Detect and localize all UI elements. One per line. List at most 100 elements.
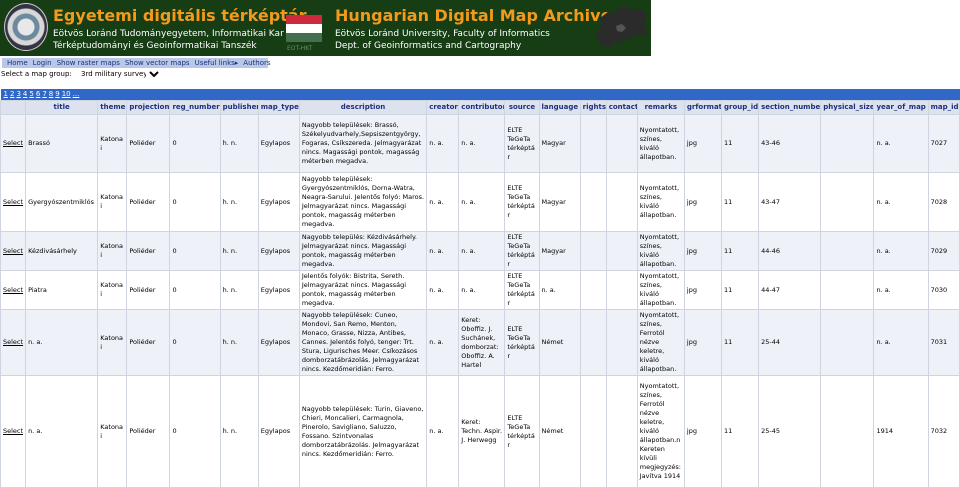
header-banner: Egyetemi digitális térképtár Eötvös Lorá…	[0, 0, 651, 56]
cell-contact	[605, 231, 638, 271]
flag-caption: EOT-HKT	[287, 45, 313, 52]
cell-creator: n. a.	[426, 270, 460, 310]
column-header-remarks: remarks	[636, 100, 685, 115]
cell-publisher: h. n.	[219, 231, 259, 271]
cell-projection: Poliéder	[126, 375, 171, 488]
cell-map_id: 7030	[927, 270, 960, 310]
cell-creator: n. a.	[426, 375, 460, 488]
map-group-select[interactable]: 3rd military survey maps	[77, 69, 163, 79]
cell-rights	[579, 231, 607, 271]
cell-group_id: 11	[720, 375, 760, 488]
cell-theme: Katonai	[97, 114, 128, 173]
select-link[interactable]: Select	[3, 247, 23, 255]
cell-contributor: n. a.	[458, 172, 506, 232]
table-row: Select n. a. Katonai Poliéder 0 h. n. Egylapos…	[0, 375, 960, 488]
cell-map_type: Egylapos	[257, 270, 300, 310]
cell-rights	[579, 270, 607, 310]
main-menu: Home Login Show raster maps Show vector …	[2, 58, 271, 68]
cell-source: ELTE TeGeTa térképtár	[504, 270, 540, 310]
cell-physical_size	[820, 270, 875, 310]
pager-link-10[interactable]: 10	[62, 90, 71, 98]
select-cell: Select	[0, 114, 27, 173]
cell-rights	[579, 375, 607, 488]
column-header-contact: contact	[605, 100, 638, 115]
pager-link-11[interactable]: ...	[73, 90, 80, 98]
cell-title: n. a.	[25, 375, 99, 488]
select-link[interactable]: Select	[3, 139, 23, 147]
menu-item-login[interactable]: Login	[33, 59, 52, 67]
pager-link-8[interactable]: 8	[49, 90, 53, 98]
cell-publisher: h. n.	[219, 172, 259, 232]
hungarian-title: Egyetemi digitális térképtár	[53, 6, 307, 25]
cell-publisher: h. n.	[219, 114, 259, 173]
menu-item-home[interactable]: Home	[7, 59, 28, 67]
cell-physical_size	[820, 375, 875, 488]
pager-link-9[interactable]: 9	[55, 90, 59, 98]
select-cell: Select	[0, 375, 27, 488]
pager-link-1[interactable]: 1	[4, 90, 8, 98]
cell-reg_number: 0	[169, 375, 221, 488]
cell-grformat: jpg	[683, 375, 723, 488]
cell-theme: Katonai	[97, 231, 128, 271]
pager-link-3[interactable]: 3	[16, 90, 20, 98]
cell-language: Magyar	[538, 114, 581, 173]
cell-grformat: jpg	[683, 172, 723, 232]
cell-group_id: 11	[720, 270, 760, 310]
select-cell: Select	[0, 231, 27, 271]
cell-rights	[579, 309, 607, 376]
select-link[interactable]: Select	[3, 198, 23, 206]
pager-link-2[interactable]: 2	[10, 90, 14, 98]
cell-theme: Katonai	[97, 270, 128, 310]
cell-remarks: Nyomtatott, színes, Ferrotól nézve kelet…	[636, 375, 685, 488]
cell-source: ELTE TeGeTa térképtár	[504, 309, 540, 376]
column-header-contributor: contributor	[458, 100, 506, 115]
menu-item-vector-maps[interactable]: Show vector maps	[125, 59, 190, 67]
select-link[interactable]: Select	[3, 286, 23, 294]
column-header-publisher: publisher	[219, 100, 259, 115]
menu-item-raster-maps[interactable]: Show raster maps	[57, 59, 120, 67]
cell-description: Nagyobb települések: Cuneo, Mondovi, San…	[298, 309, 428, 376]
column-header-map_type: map_type	[257, 100, 300, 115]
cell-source: ELTE TeGeTa térképtár	[504, 114, 540, 173]
select-link[interactable]: Select	[3, 427, 23, 435]
cell-publisher: h. n.	[219, 375, 259, 488]
menu-item-authors[interactable]: Authors	[243, 59, 270, 67]
cell-description: Jelentős folyók: Bistrita, Sereth. Jelma…	[298, 270, 428, 310]
cell-map_id: 7027	[927, 114, 960, 173]
cell-contact	[605, 270, 638, 310]
hungarian-subtitle-university: Eötvös Loránd Tudományegyetem, Informati…	[53, 29, 284, 39]
cell-remarks: Nyomtatott, színes, kiváló állapotban.	[636, 172, 685, 232]
menu-item-useful-links[interactable]: Useful links▸	[195, 59, 239, 67]
cell-group_id: 11	[720, 231, 760, 271]
cell-projection: Poliéder	[126, 231, 171, 271]
cell-title: Brassó	[25, 114, 99, 173]
pager-link-5[interactable]: 5	[29, 90, 33, 98]
column-header-reg_number: reg_number	[169, 100, 221, 115]
cell-reg_number: 0	[169, 172, 221, 232]
cell-theme: Katonai	[97, 375, 128, 488]
pager-link-6[interactable]: 6	[36, 90, 40, 98]
cell-map_id: 7029	[927, 231, 960, 271]
cell-title: Kézdivásárhely	[25, 231, 99, 271]
cell-remarks: Nyomtatott, színes, kiváló állapotban.	[636, 270, 685, 310]
cell-source: ELTE TeGeTa térképtár	[504, 375, 540, 488]
pager-link-4[interactable]: 4	[23, 90, 27, 98]
cell-section_number: 43-46	[758, 114, 822, 173]
table-row: Select Piatra Katonai Poliéder 0 h. n. Egylapo…	[0, 270, 960, 310]
cell-contact	[605, 114, 638, 173]
cell-year_of_map: n. a.	[873, 114, 929, 173]
column-header-grformat: grformat	[683, 100, 723, 115]
column-header-group_id: group_id	[720, 100, 760, 115]
select-link[interactable]: Select	[3, 338, 23, 346]
cell-language: Német	[538, 375, 581, 488]
pager-link-7[interactable]: 7	[42, 90, 46, 98]
cell-reg_number: 0	[169, 231, 221, 271]
column-header-physical_size: physical_size	[820, 100, 875, 115]
maps-table: 1 2 3 4 5 6 7 8 9 10... title theme projection reg_n…	[0, 89, 960, 488]
europe-map-icon	[596, 6, 648, 48]
column-header-year_of_map: year_of_map	[873, 100, 929, 115]
column-header-rights: rights	[579, 100, 607, 115]
cell-contact	[605, 172, 638, 232]
cell-physical_size	[820, 309, 875, 376]
cell-rights	[579, 114, 607, 173]
